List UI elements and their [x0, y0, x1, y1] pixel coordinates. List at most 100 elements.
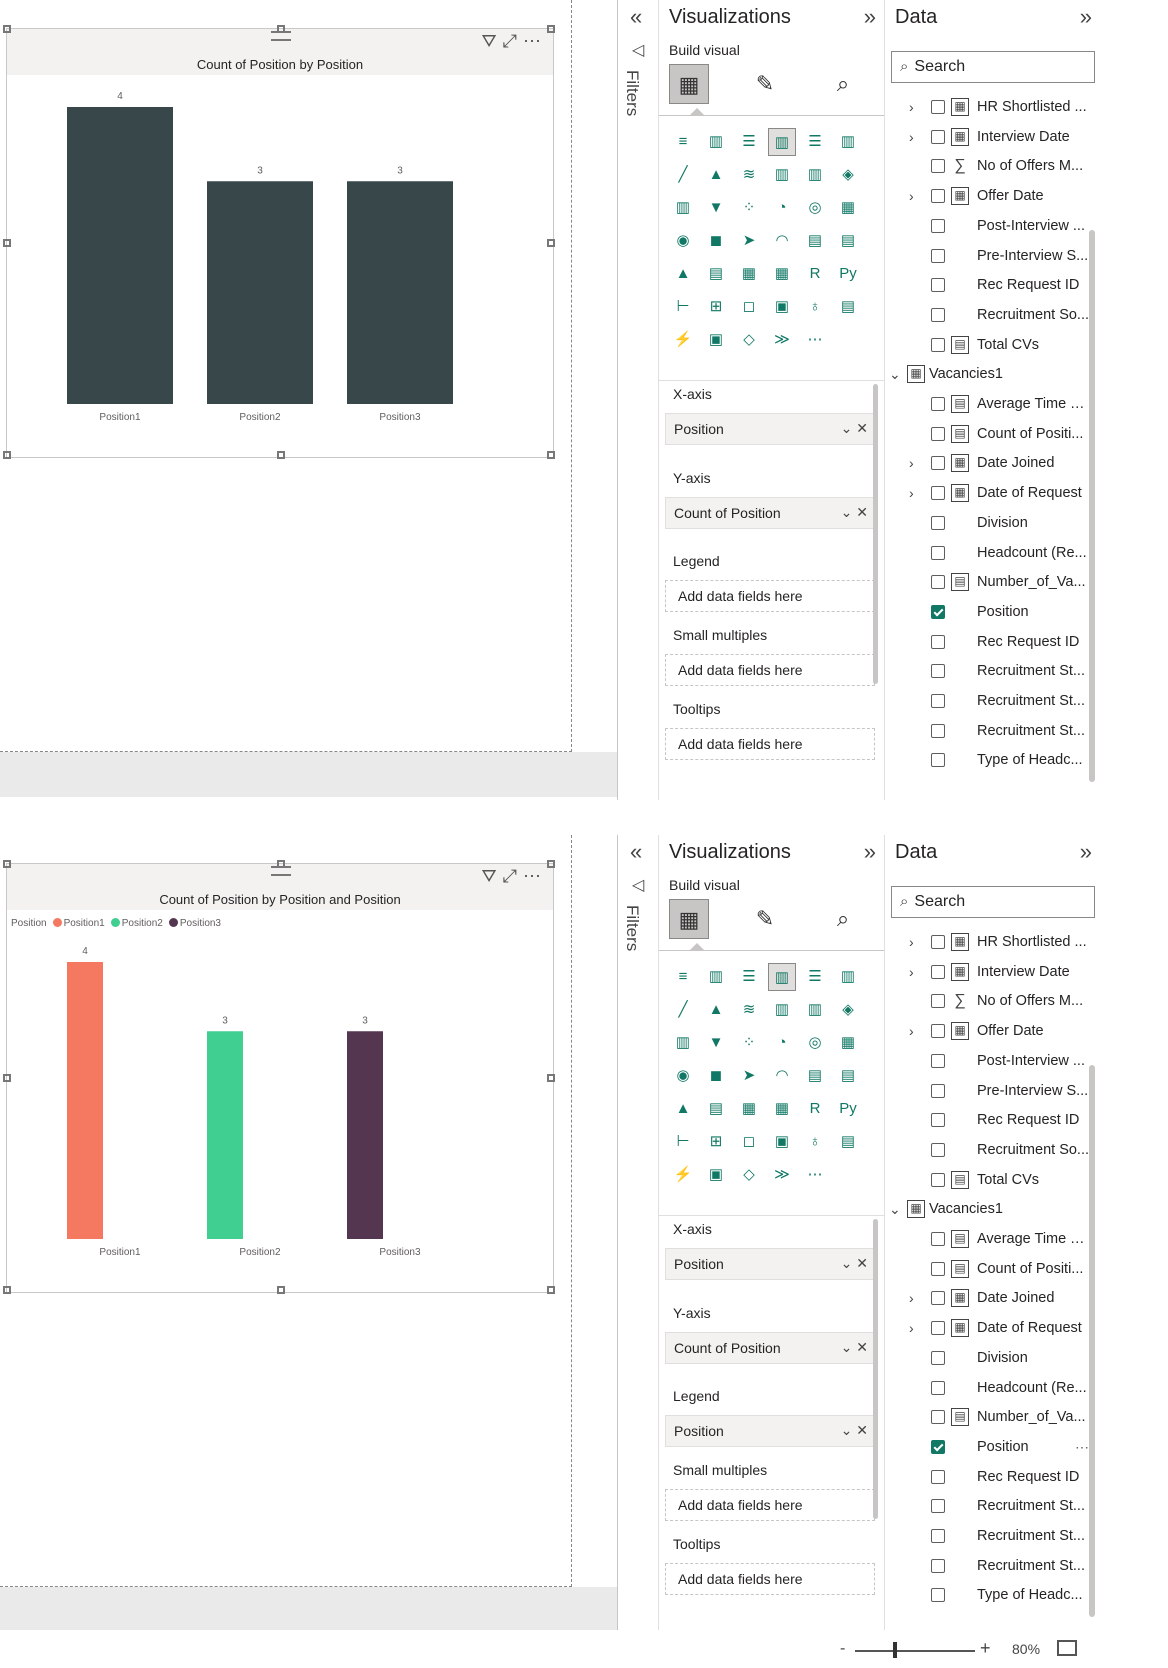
bar-position3[interactable] [347, 1031, 383, 1239]
field-checkbox[interactable] [931, 1380, 945, 1395]
field-item[interactable]: Recruitment So... [885, 300, 1095, 330]
field-item[interactable]: Headcount (Re... [885, 1373, 1095, 1403]
resize-handle[interactable] [277, 860, 285, 868]
field-item[interactable]: Type of Headc... [885, 1580, 1095, 1610]
clustered-column-icon[interactable]: ▥ [768, 963, 796, 991]
clustered-column-icon[interactable]: ▥ [768, 128, 796, 156]
ellipsis-icon[interactable]: ⋯ [801, 1161, 829, 1189]
r-visual-icon[interactable]: R [801, 1095, 829, 1123]
chevron-right-icon[interactable]: › [909, 181, 914, 211]
field-checkbox[interactable] [931, 248, 945, 263]
bar-position1[interactable] [67, 107, 173, 404]
paginated-icon[interactable]: ♁ [801, 1128, 829, 1156]
kpi-icon[interactable]: ▲ [669, 1095, 697, 1123]
field-checkbox[interactable] [931, 1024, 945, 1039]
line-column-icon[interactable]: ▥ [768, 996, 796, 1024]
search-input[interactable]: ⌕ Search [891, 51, 1095, 83]
scatter-icon[interactable]: ⁘ [735, 1029, 763, 1057]
chevron-right-icon[interactable]: › [909, 1313, 914, 1343]
map-icon[interactable]: ◉ [669, 1062, 697, 1090]
filters-label[interactable]: Filters [622, 70, 642, 116]
chart-visual[interactable]: ⛛⤢⋯ Count of Position by Position 4 Positio… [3, 25, 555, 459]
field-item[interactable]: ▤ Average Time T... [885, 1224, 1095, 1254]
filters-rail[interactable]: « ◁ Filters [617, 835, 658, 1635]
field-item[interactable]: Pre-Interview S... [885, 1076, 1095, 1106]
line-column-2-icon[interactable]: ▥ [801, 161, 829, 189]
field-item[interactable]: Position ⋯ [885, 1432, 1095, 1462]
power-automate-icon[interactable]: ▣ [702, 326, 730, 354]
filter-icon[interactable]: ⛛ [481, 866, 502, 887]
key-influencers-icon[interactable]: ⊢ [669, 293, 697, 321]
field-item[interactable]: ∑ No of Offers M... [885, 151, 1095, 181]
resize-handle[interactable] [547, 1286, 555, 1294]
scrollbar[interactable] [1089, 230, 1095, 782]
field-item[interactable]: Recruitment St... [885, 716, 1095, 746]
more-visuals-icon[interactable]: ◇ [735, 1161, 763, 1189]
field-item[interactable]: › ▦ Interview Date [885, 957, 1095, 987]
waterfall-icon[interactable]: ▥ [669, 1029, 697, 1057]
field-well[interactable]: Position ⌄ ✕ [665, 1415, 875, 1447]
r-visual-icon[interactable]: R [801, 260, 829, 288]
100-column-icon[interactable]: ▥ [834, 963, 862, 991]
field-checkbox[interactable] [931, 218, 945, 233]
get-more-icon[interactable]: ≫ [768, 1161, 796, 1189]
field-item[interactable]: Recruitment St... [885, 1551, 1095, 1581]
field-item[interactable]: Rec Request ID [885, 1462, 1095, 1492]
field-checkbox[interactable] [931, 1261, 945, 1276]
expand-pane-icon[interactable]: » [864, 839, 876, 865]
table-node[interactable]: ⌄ ▦ Vacancies1 [885, 1194, 1095, 1224]
metrics-icon[interactable]: ▤ [834, 1128, 862, 1156]
table-icon[interactable]: ▦ [735, 260, 763, 288]
field-checkbox[interactable] [931, 1113, 945, 1128]
chevron-down-icon[interactable]: ⌄ [841, 1255, 857, 1271]
bar-position2[interactable] [207, 181, 313, 404]
python-visual-icon[interactable]: Py [834, 260, 862, 288]
resize-handle[interactable] [547, 451, 555, 459]
zoom-slider[interactable] [855, 1650, 975, 1652]
collapse-filters-icon[interactable]: « [630, 4, 642, 30]
expand-pane-icon[interactable]: » [864, 4, 876, 30]
field-item[interactable]: Rec Request ID [885, 270, 1095, 300]
remove-field-icon[interactable]: ✕ [856, 1339, 868, 1355]
funnel-icon[interactable]: ▼ [702, 1029, 730, 1057]
focus-mode-icon[interactable]: ⤢ [503, 866, 523, 887]
100-column-icon[interactable]: ▥ [834, 128, 862, 156]
treemap-icon[interactable]: ▦ [834, 194, 862, 222]
ellipsis-icon[interactable]: ⋯ [801, 326, 829, 354]
scrollbar[interactable] [1089, 1065, 1095, 1617]
field-checkbox[interactable] [931, 1232, 945, 1246]
paginated-icon[interactable]: ♁ [801, 293, 829, 321]
card-icon[interactable]: ▤ [801, 227, 829, 255]
field-item[interactable]: › ▦ HR Shortlisted ... [885, 927, 1095, 957]
scatter-icon[interactable]: ⁘ [735, 194, 763, 222]
map-icon[interactable]: ◉ [669, 227, 697, 255]
chart-visual[interactable]: ⛛⤢⋯ Count of Position by Position and Pos… [3, 860, 555, 1294]
field-item[interactable]: › ▦ Offer Date [885, 1016, 1095, 1046]
field-item[interactable]: › ▦ Date Joined [885, 1283, 1095, 1313]
field-checkbox[interactable] [931, 1350, 945, 1365]
zoom-in-button[interactable]: + [980, 1638, 991, 1659]
field-checkbox[interactable] [931, 486, 945, 501]
more-options-icon[interactable]: ⋯ [523, 866, 547, 887]
matrix-icon[interactable]: ▦ [768, 1095, 796, 1123]
line-icon[interactable]: ╱ [669, 161, 697, 189]
kpi-icon[interactable]: ▲ [669, 260, 697, 288]
zoom-out-button[interactable]: - [840, 1640, 845, 1658]
field-checkbox[interactable] [931, 515, 945, 530]
field-checkbox[interactable] [931, 545, 945, 560]
analytics-tab-icon[interactable]: ⌕ [823, 899, 863, 939]
field-checkbox[interactable] [931, 723, 945, 738]
chevron-down-icon[interactable]: ⌄ [841, 1422, 857, 1438]
field-checkbox[interactable] [931, 337, 945, 352]
100-bar-icon[interactable]: ☰ [801, 963, 829, 991]
field-item[interactable]: ▤ Total CVs [885, 330, 1095, 360]
field-item[interactable]: ▤ Number_of_Va... [885, 1402, 1095, 1432]
field-item[interactable]: Recruitment So... [885, 1135, 1095, 1165]
more-visuals-icon[interactable]: ◇ [735, 326, 763, 354]
expand-pane-icon[interactable]: » [1080, 4, 1092, 30]
chevron-right-icon[interactable]: › [909, 448, 914, 478]
remove-field-icon[interactable]: ✕ [856, 420, 868, 436]
field-checkbox[interactable] [931, 1439, 945, 1454]
expand-pane-icon[interactable]: » [1080, 839, 1092, 865]
field-item[interactable]: Recruitment St... [885, 656, 1095, 686]
